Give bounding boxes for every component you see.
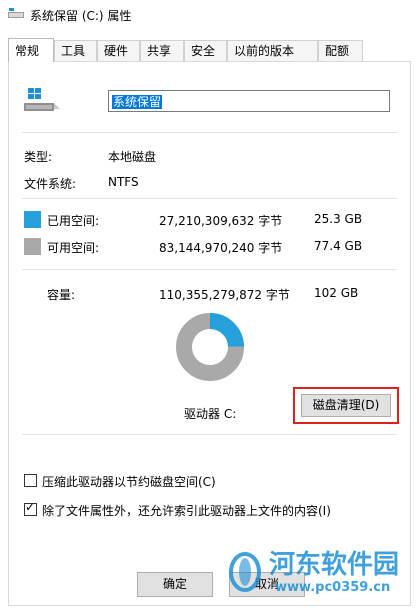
capacity-label: 容量: xyxy=(47,288,76,302)
watermark-title: 河东软件园 xyxy=(269,550,400,580)
check-icon: ✓ xyxy=(25,500,36,514)
capacity-bytes: 110,355,279,872 字节 xyxy=(159,288,290,302)
free-space-bytes: 83,144,970,240 字节 xyxy=(159,241,283,255)
watermark-url: www.pc0359.cn xyxy=(275,580,391,595)
used-space-size: 25.3 GB xyxy=(314,212,363,226)
tab-hardware[interactable]: 硬件 xyxy=(97,40,140,61)
usage-donut-chart xyxy=(176,313,244,381)
general-panel: 系统保留 类型: 本地磁盘 文件系统: NTFS 已用空间: 27,210,30… xyxy=(8,61,411,606)
drive-name-input[interactable]: 系统保留 xyxy=(108,90,390,112)
title-bar: 系统保留 (C:) 属性 xyxy=(0,0,419,30)
file-system-label: 文件系统: xyxy=(24,177,77,191)
cleanup-highlight: 磁盘清理(D) xyxy=(293,387,399,424)
tab-previous-versions[interactable]: 以前的版本 xyxy=(227,40,318,61)
tab-security[interactable]: 安全 xyxy=(184,40,227,61)
index-checkbox[interactable]: ✓ xyxy=(24,500,37,516)
divider xyxy=(22,434,397,435)
free-space-swatch xyxy=(24,238,41,255)
free-space-size: 77.4 GB xyxy=(314,239,363,253)
type-value: 本地磁盘 xyxy=(108,150,157,164)
disk-cleanup-button[interactable]: 磁盘清理(D) xyxy=(301,394,391,417)
ok-button[interactable]: 确定 xyxy=(137,572,213,597)
drive-letter-label: 驱动器 C: xyxy=(184,407,237,421)
tab-tools[interactable]: 工具 xyxy=(54,40,97,61)
windows-drive-icon xyxy=(24,88,60,111)
compress-checkbox[interactable] xyxy=(24,474,37,487)
divider xyxy=(22,198,397,199)
divider xyxy=(22,269,397,270)
type-label: 类型: xyxy=(24,150,53,164)
watermark: 河东软件园 www.pc0359.cn xyxy=(215,538,415,608)
tab-general[interactable]: 常规 xyxy=(8,38,54,62)
used-space-swatch xyxy=(24,211,41,228)
divider xyxy=(22,132,397,133)
tab-quota[interactable]: 配额 xyxy=(318,40,363,61)
file-system-value: NTFS xyxy=(108,175,139,189)
tab-sharing[interactable]: 共享 xyxy=(140,40,184,61)
compress-label[interactable]: 压缩此驱动器以节约磁盘空间(C) xyxy=(42,473,216,490)
window-title: 系统保留 (C:) 属性 xyxy=(30,9,132,23)
index-label[interactable]: 除了文件属性外，还允许索引此驱动器上文件的内容(I) xyxy=(42,502,331,519)
used-space-bytes: 27,210,309,632 字节 xyxy=(159,214,283,228)
watermark-logo-icon xyxy=(229,552,261,592)
used-space-label: 已用空间: xyxy=(47,214,100,228)
free-space-label: 可用空间: xyxy=(47,241,100,255)
capacity-size: 102 GB xyxy=(314,286,359,300)
drive-icon xyxy=(8,8,24,18)
